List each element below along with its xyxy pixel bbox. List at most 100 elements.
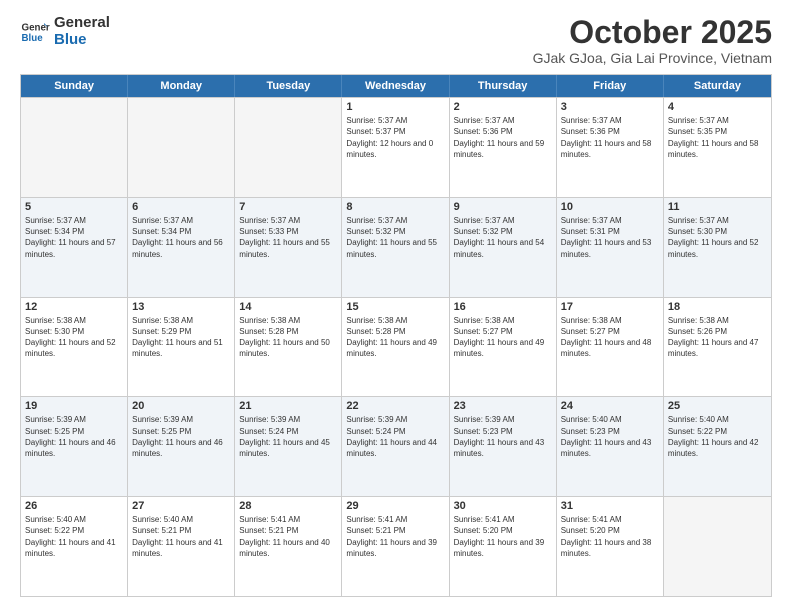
day-info: Sunrise: 5:40 AM Sunset: 5:22 PM Dayligh… bbox=[25, 514, 123, 559]
cal-cell-20: 20 Sunrise: 5:39 AM Sunset: 5:25 PM Dayli… bbox=[128, 397, 235, 496]
day-info: Sunrise: 5:38 AM Sunset: 5:30 PM Dayligh… bbox=[25, 315, 123, 360]
day-number: 20 bbox=[132, 400, 230, 412]
logo-line1: General bbox=[54, 15, 110, 32]
day-number: 4 bbox=[668, 101, 767, 113]
cal-cell-empty-2 bbox=[235, 98, 342, 197]
week-row-1: 1Sunrise: 5:37 AM Sunset: 5:37 PM Daylig… bbox=[21, 97, 771, 197]
day-number: 9 bbox=[454, 201, 552, 213]
cal-cell-19: 19Sunrise: 5:39 AM Sunset: 5:25 PM Dayli… bbox=[21, 397, 128, 496]
day-info: Sunrise: 5:37 AM Sunset: 5:33 PM Dayligh… bbox=[239, 215, 337, 260]
day-number: 25 bbox=[668, 400, 767, 412]
day-info: Sunrise: 5:37 AM Sunset: 5:36 PM Dayligh… bbox=[561, 115, 659, 160]
day-number: 10 bbox=[561, 201, 659, 213]
cal-cell-28: 28 Sunrise: 5:41 AM Sunset: 5:21 PM Dayli… bbox=[235, 497, 342, 596]
day-info: Sunrise: 5:38 AM Sunset: 5:28 PM Dayligh… bbox=[346, 315, 444, 360]
day-info: Sunrise: 5:37 AM Sunset: 5:32 PM Dayligh… bbox=[454, 215, 552, 260]
day-number: 21 bbox=[239, 400, 337, 412]
cal-cell-9: 9 Sunrise: 5:37 AM Sunset: 5:32 PM Daylig… bbox=[450, 198, 557, 297]
header-day-saturday: Saturday bbox=[664, 75, 771, 97]
day-info: Sunrise: 5:39 AM Sunset: 5:24 PM Dayligh… bbox=[239, 414, 337, 459]
day-info: Sunrise: 5:39 AM Sunset: 5:24 PM Dayligh… bbox=[346, 414, 444, 459]
month-title: October 2025 bbox=[533, 15, 772, 50]
logo-icon: General Blue bbox=[20, 17, 50, 47]
header-day-wednesday: Wednesday bbox=[342, 75, 449, 97]
day-info: Sunrise: 5:37 AM Sunset: 5:35 PM Dayligh… bbox=[668, 115, 767, 160]
week-row-4: 19Sunrise: 5:39 AM Sunset: 5:25 PM Dayli… bbox=[21, 396, 771, 496]
cal-cell-empty-6 bbox=[664, 497, 771, 596]
cal-cell-26: 26 Sunrise: 5:40 AM Sunset: 5:22 PM Dayli… bbox=[21, 497, 128, 596]
cal-cell-7: 7 Sunrise: 5:37 AM Sunset: 5:33 PM Daylig… bbox=[235, 198, 342, 297]
day-info: Sunrise: 5:41 AM Sunset: 5:21 PM Dayligh… bbox=[239, 514, 337, 559]
day-number: 28 bbox=[239, 500, 337, 512]
cal-cell-30: 30Sunrise: 5:41 AM Sunset: 5:20 PM Dayli… bbox=[450, 497, 557, 596]
calendar-header: SundayMondayTuesdayWednesdayThursdayFrid… bbox=[21, 75, 771, 97]
day-info: Sunrise: 5:37 AM Sunset: 5:34 PM Dayligh… bbox=[25, 215, 123, 260]
cal-cell-11: 11 Sunrise: 5:37 AM Sunset: 5:30 PM Dayli… bbox=[664, 198, 771, 297]
day-info: Sunrise: 5:38 AM Sunset: 5:27 PM Dayligh… bbox=[561, 315, 659, 360]
cal-cell-8: 8Sunrise: 5:37 AM Sunset: 5:32 PM Daylig… bbox=[342, 198, 449, 297]
day-info: Sunrise: 5:37 AM Sunset: 5:31 PM Dayligh… bbox=[561, 215, 659, 260]
day-number: 14 bbox=[239, 301, 337, 313]
day-info: Sunrise: 5:41 AM Sunset: 5:21 PM Dayligh… bbox=[346, 514, 444, 559]
cal-cell-empty-1 bbox=[128, 98, 235, 197]
cal-cell-15: 15 Sunrise: 5:38 AM Sunset: 5:28 PM Dayli… bbox=[342, 298, 449, 397]
day-number: 7 bbox=[239, 201, 337, 213]
day-info: Sunrise: 5:38 AM Sunset: 5:26 PM Dayligh… bbox=[668, 315, 767, 360]
cal-cell-27: 27 Sunrise: 5:40 AM Sunset: 5:21 PM Dayli… bbox=[128, 497, 235, 596]
day-number: 17 bbox=[561, 301, 659, 313]
day-info: Sunrise: 5:37 AM Sunset: 5:34 PM Dayligh… bbox=[132, 215, 230, 260]
day-info: Sunrise: 5:39 AM Sunset: 5:23 PM Dayligh… bbox=[454, 414, 552, 459]
day-number: 29 bbox=[346, 500, 444, 512]
header-day-thursday: Thursday bbox=[450, 75, 557, 97]
day-number: 26 bbox=[25, 500, 123, 512]
day-number: 18 bbox=[668, 301, 767, 313]
week-row-5: 26 Sunrise: 5:40 AM Sunset: 5:22 PM Dayli… bbox=[21, 496, 771, 596]
day-info: Sunrise: 5:41 AM Sunset: 5:20 PM Dayligh… bbox=[561, 514, 659, 559]
svg-text:Blue: Blue bbox=[22, 33, 44, 44]
day-number: 2 bbox=[454, 101, 552, 113]
day-number: 30 bbox=[454, 500, 552, 512]
cal-cell-2: 2Sunrise: 5:37 AM Sunset: 5:36 PM Daylig… bbox=[450, 98, 557, 197]
title-block: October 2025 GJak GJoa, Gia Lai Province… bbox=[533, 15, 772, 66]
cal-cell-22: 22 Sunrise: 5:39 AM Sunset: 5:24 PM Dayli… bbox=[342, 397, 449, 496]
cal-cell-21: 21 Sunrise: 5:39 AM Sunset: 5:24 PM Dayli… bbox=[235, 397, 342, 496]
day-number: 1 bbox=[346, 101, 444, 113]
cal-cell-3: 3 Sunrise: 5:37 AM Sunset: 5:36 PM Daylig… bbox=[557, 98, 664, 197]
day-number: 15 bbox=[346, 301, 444, 313]
day-number: 27 bbox=[132, 500, 230, 512]
cal-cell-24: 24 Sunrise: 5:40 AM Sunset: 5:23 PM Dayli… bbox=[557, 397, 664, 496]
cal-cell-10: 10 Sunrise: 5:37 AM Sunset: 5:31 PM Dayli… bbox=[557, 198, 664, 297]
day-info: Sunrise: 5:39 AM Sunset: 5:25 PM Dayligh… bbox=[132, 414, 230, 459]
week-row-3: 12Sunrise: 5:38 AM Sunset: 5:30 PM Dayli… bbox=[21, 297, 771, 397]
day-info: Sunrise: 5:38 AM Sunset: 5:29 PM Dayligh… bbox=[132, 315, 230, 360]
day-number: 22 bbox=[346, 400, 444, 412]
cal-cell-18: 18 Sunrise: 5:38 AM Sunset: 5:26 PM Dayli… bbox=[664, 298, 771, 397]
week-row-2: 5Sunrise: 5:37 AM Sunset: 5:34 PM Daylig… bbox=[21, 197, 771, 297]
day-info: Sunrise: 5:40 AM Sunset: 5:21 PM Dayligh… bbox=[132, 514, 230, 559]
day-number: 3 bbox=[561, 101, 659, 113]
day-number: 16 bbox=[454, 301, 552, 313]
header-day-tuesday: Tuesday bbox=[235, 75, 342, 97]
day-number: 23 bbox=[454, 400, 552, 412]
day-info: Sunrise: 5:40 AM Sunset: 5:22 PM Dayligh… bbox=[668, 414, 767, 459]
cal-cell-6: 6Sunrise: 5:37 AM Sunset: 5:34 PM Daylig… bbox=[128, 198, 235, 297]
cal-cell-12: 12Sunrise: 5:38 AM Sunset: 5:30 PM Dayli… bbox=[21, 298, 128, 397]
cal-cell-5: 5Sunrise: 5:37 AM Sunset: 5:34 PM Daylig… bbox=[21, 198, 128, 297]
calendar-body: 1Sunrise: 5:37 AM Sunset: 5:37 PM Daylig… bbox=[21, 97, 771, 596]
cal-cell-17: 17 Sunrise: 5:38 AM Sunset: 5:27 PM Dayli… bbox=[557, 298, 664, 397]
logo: General Blue General Blue bbox=[20, 15, 110, 48]
header-day-friday: Friday bbox=[557, 75, 664, 97]
subtitle: GJak GJoa, Gia Lai Province, Vietnam bbox=[533, 50, 772, 66]
day-number: 24 bbox=[561, 400, 659, 412]
logo-line2: Blue bbox=[54, 32, 110, 49]
day-info: Sunrise: 5:38 AM Sunset: 5:27 PM Dayligh… bbox=[454, 315, 552, 360]
day-info: Sunrise: 5:40 AM Sunset: 5:23 PM Dayligh… bbox=[561, 414, 659, 459]
cal-cell-13: 13Sunrise: 5:38 AM Sunset: 5:29 PM Dayli… bbox=[128, 298, 235, 397]
day-number: 8 bbox=[346, 201, 444, 213]
day-number: 11 bbox=[668, 201, 767, 213]
cal-cell-16: 16 Sunrise: 5:38 AM Sunset: 5:27 PM Dayli… bbox=[450, 298, 557, 397]
day-info: Sunrise: 5:37 AM Sunset: 5:30 PM Dayligh… bbox=[668, 215, 767, 260]
header-day-monday: Monday bbox=[128, 75, 235, 97]
cal-cell-23: 23 Sunrise: 5:39 AM Sunset: 5:23 PM Dayli… bbox=[450, 397, 557, 496]
header: General Blue General Blue October 2025 G… bbox=[20, 15, 772, 66]
